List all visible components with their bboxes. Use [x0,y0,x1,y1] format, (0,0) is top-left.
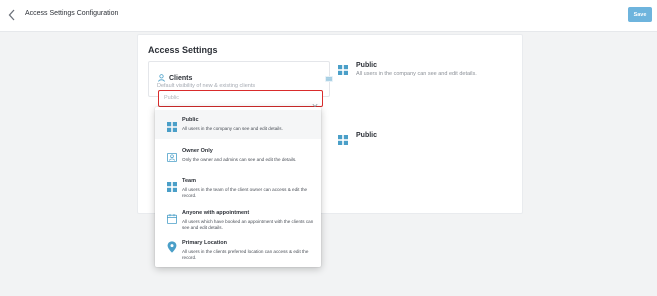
option-title: Public [356,132,378,139]
default-visibility-label: Default visibility of new & existing cli… [157,83,256,89]
team-icon [167,179,177,197]
dropdown-option-team[interactable]: Team All users in the team of the client… [155,175,321,203]
option-title: Anyone with appointment [182,210,250,216]
public-option-summary-2: Public [338,132,377,150]
drag-handle-icon[interactable] [325,69,333,82]
owner-icon [167,149,177,167]
option-description: All users in the company can see and edi… [356,71,477,77]
public-option-summary: Public All users in the company can see … [338,62,477,80]
visibility-dropdown-menu: Public All users in the company can see … [155,107,321,267]
dropdown-option-anyone-with-appointment[interactable]: Anyone with appointment All users which … [155,208,321,236]
option-title: Team [182,178,196,184]
save-button[interactable]: Save [628,7,652,22]
back-chevron-icon[interactable] [5,7,19,23]
grid-icon [167,119,177,137]
grid-icon [338,62,348,80]
option-title: Owner Only [182,148,213,154]
page-title: Access Settings Configuration [25,10,119,17]
option-description: All users which have booked an appointme… [182,219,314,230]
section-label: Clients [169,74,193,82]
select-value: Public [164,95,179,101]
option-description: All users in the clients preferred locat… [182,249,309,260]
visibility-select[interactable]: Public [158,90,323,108]
option-title: Public [182,117,199,123]
card-title: Access Settings [148,45,218,55]
option-title: Primary Location [182,240,227,246]
location-pin-icon [167,240,177,258]
option-description: Only the owner and admins can see and ed… [182,157,297,162]
option-description: All users in the company can see and edi… [182,126,283,131]
option-description: All users in the team of the client owne… [182,187,308,198]
dropdown-option-public[interactable]: Public All users in the company can see … [155,110,321,139]
dropdown-option-primary-location[interactable]: Primary Location All users in the client… [155,239,321,266]
dropdown-option-owner-only[interactable]: Owner Only Only the owner and admins can… [155,145,321,173]
grid-icon [338,132,348,150]
calendar-icon [167,211,177,229]
top-bar: Access Settings Configuration Save [0,0,657,32]
option-title: Public [356,62,378,69]
